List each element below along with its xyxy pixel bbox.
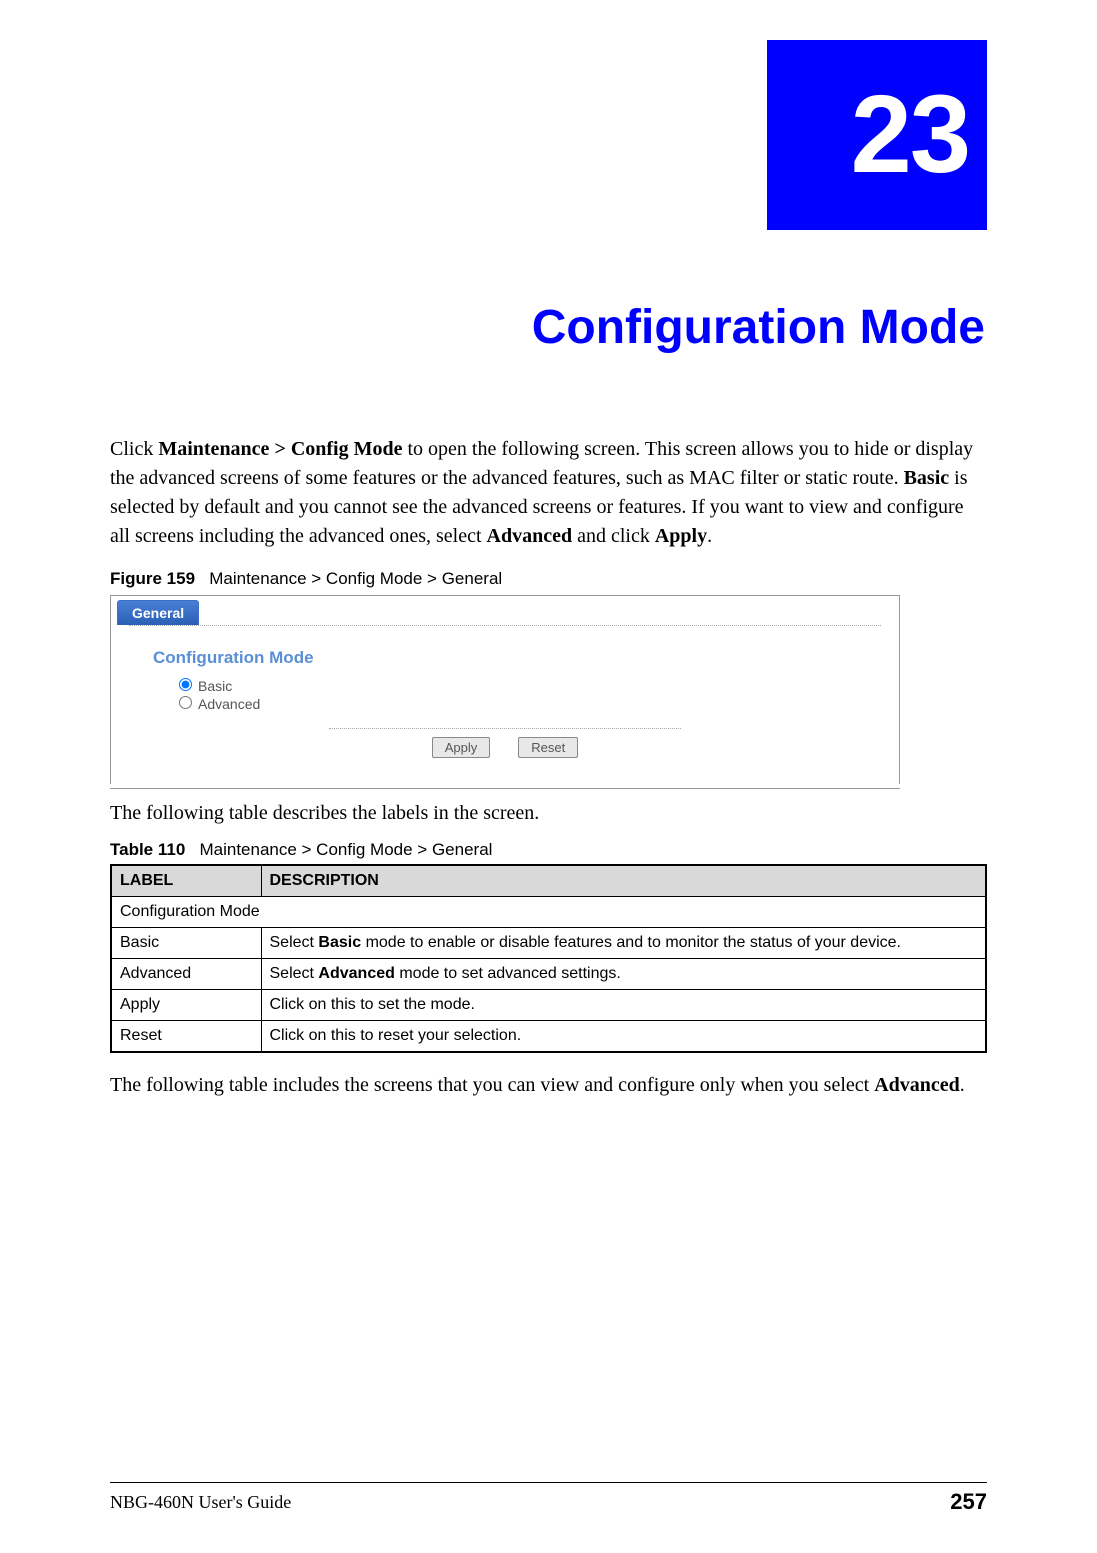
td-label: Apply [111,990,261,1021]
screenshot-figure: General Configuration Mode Basic Advance… [110,595,900,789]
radio-advanced-label[interactable]: Advanced [179,696,881,712]
intro-text: . [707,525,712,547]
td-label: Advanced [111,959,261,990]
table-header-row: LABEL DESCRIPTION [111,865,986,897]
td-span: Configuration Mode [111,897,986,928]
chapter-title: Configuration Mode [110,300,987,355]
footer-guide: NBG-460N User's Guide [110,1492,291,1513]
chapter-number: 23 [851,80,969,190]
table-row: Configuration Mode [111,897,986,928]
table-row: Apply Click on this to set the mode. [111,990,986,1021]
intro-text: Click [110,438,158,460]
td-label: Basic [111,928,261,959]
radio-basic-label[interactable]: Basic [179,678,881,694]
desc-text: mode to set advanced settings. [395,965,621,982]
radio-basic-text: Basic [198,678,232,694]
intro-text: and click [572,525,655,547]
th-description: DESCRIPTION [261,865,986,897]
td-description: Click on this to reset your selection. [261,1021,986,1053]
reset-button[interactable]: Reset [518,737,578,758]
radio-basic[interactable] [179,678,192,691]
figure-caption-text: Maintenance > Config Mode > General [209,569,502,588]
desc-text: mode to enable or disable features and t… [361,934,901,951]
desc-text: Select [270,934,319,951]
radio-advanced-text: Advanced [198,696,260,712]
desc-text: Select [270,965,319,982]
intro-bold-apply: Apply [655,525,707,547]
intro-bold-advanced: Advanced [487,525,573,547]
desc-text: Click on this to reset your selection. [270,1027,522,1044]
td-description: Select Advanced mode to set advanced set… [261,959,986,990]
apply-button[interactable]: Apply [432,737,491,758]
after-table-paragraph: The following table includes the screens… [110,1071,987,1100]
intro-paragraph: Click Maintenance > Config Mode to open … [110,435,987,551]
below-figure-text: The following table describes the labels… [110,799,987,828]
th-label: LABEL [111,865,261,897]
intro-bold-basic: Basic [904,467,950,489]
desc-bold: Basic [318,934,361,951]
table-label: Table 110 [110,840,185,859]
after-table-text: The following table includes the screens… [110,1074,874,1096]
desc-text: Click on this to set the mode. [270,996,475,1013]
desc-bold: Advanced [318,965,394,982]
after-table-text: . [960,1074,965,1096]
td-label: Reset [111,1021,261,1053]
footer-rule [110,1482,987,1483]
radio-advanced[interactable] [179,696,192,709]
table-row: Reset Click on this to reset your select… [111,1021,986,1053]
description-table: LABEL DESCRIPTION Configuration Mode Bas… [110,864,987,1053]
page-footer: NBG-460N User's Guide 257 [110,1489,987,1515]
table-row: Advanced Select Advanced mode to set adv… [111,959,986,990]
table-caption-text: Maintenance > Config Mode > General [199,840,492,859]
figure-label: Figure 159 [110,569,195,588]
intro-bold-path: Maintenance > Config Mode [158,438,402,460]
table-caption: Table 110 Maintenance > Config Mode > Ge… [110,840,987,860]
panel-title: Configuration Mode [153,648,881,668]
td-description: Select Basic mode to enable or disable f… [261,928,986,959]
tab-general[interactable]: General [117,600,199,625]
config-mode-radio-group: Basic Advanced [179,678,881,712]
figure-caption: Figure 159 Maintenance > Config Mode > G… [110,569,987,589]
chapter-number-box: 23 [767,40,987,230]
table-row: Basic Select Basic mode to enable or dis… [111,928,986,959]
after-table-bold: Advanced [874,1074,960,1096]
td-description: Click on this to set the mode. [261,990,986,1021]
button-row: Apply Reset [329,728,681,776]
footer-page-number: 257 [950,1489,987,1515]
